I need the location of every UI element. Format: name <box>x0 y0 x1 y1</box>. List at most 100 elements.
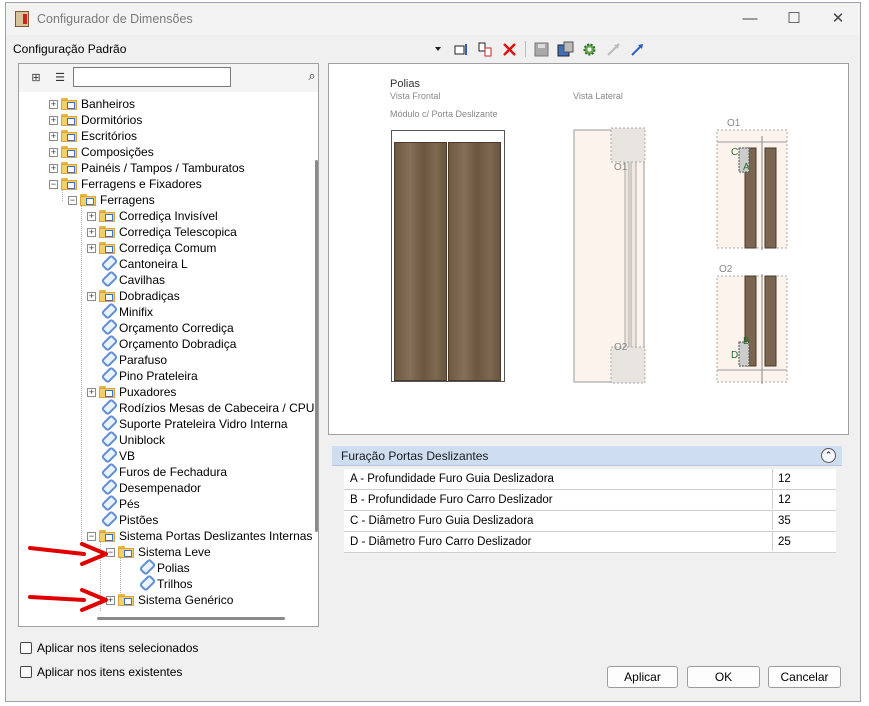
tree-item[interactable]: + Corrediça Comum <box>87 240 216 256</box>
expand-node-icon[interactable]: + <box>87 387 96 397</box>
add-item-icon[interactable] <box>453 41 470 58</box>
tree-item[interactable]: + Puxadores <box>87 384 176 400</box>
ok-button[interactable]: OK <box>687 666 760 688</box>
tree-item[interactable]: VB <box>87 448 135 464</box>
tree-item[interactable]: Minifix <box>87 304 153 320</box>
binoculars-icon[interactable]: ⌕ <box>305 69 319 83</box>
property-name: B - Profundidade Furo Carro Deslizador <box>350 494 553 506</box>
expand-node-icon[interactable]: + <box>49 99 58 109</box>
hardware-item-icon <box>137 561 153 575</box>
property-value-field[interactable]: 12 <box>772 469 836 488</box>
tree-view[interactable]: + Banheiros + Dormitórios + Escritórios + Compo… <box>29 93 318 611</box>
folder-badge-icon <box>67 166 75 173</box>
close-button[interactable]: ✕ <box>816 7 860 31</box>
tree-item-label: VB <box>119 449 136 463</box>
door-right-panel <box>448 142 501 381</box>
tree-item-label: Pistões <box>119 513 159 527</box>
collapse-icon[interactable] <box>629 41 646 58</box>
tree-item[interactable]: Polias <box>125 560 190 576</box>
tree-item[interactable]: Suporte Prateleira Vidro Interna <box>87 416 288 432</box>
expand-node-icon[interactable]: + <box>87 291 96 301</box>
expand-node-icon[interactable]: + <box>49 163 58 173</box>
tree-item[interactable]: Cantoneira L <box>87 256 188 272</box>
side-view-label: Vista Lateral <box>573 91 623 101</box>
tree-item[interactable]: Cavilhas <box>87 272 165 288</box>
tree-item[interactable]: Pés <box>87 496 140 512</box>
apply-selected-option[interactable]: Aplicar nos itens selecionados <box>20 640 198 656</box>
tree-item[interactable]: + Dobradiças <box>87 288 180 304</box>
tree-item[interactable]: − Ferragens e Fixadores <box>49 176 202 192</box>
door-left-panel <box>394 142 447 381</box>
copy-item-icon[interactable] <box>477 41 494 58</box>
expand-node-icon[interactable]: + <box>49 131 58 141</box>
tree-item-label: Orçamento Dobradiça <box>119 337 237 351</box>
property-group-header[interactable]: Furação Portas Deslizantes ⌃ <box>332 446 842 466</box>
maximize-button[interactable]: ☐ <box>772 7 816 31</box>
tree-item[interactable]: Furos de Fechadura <box>87 464 227 480</box>
folder-badge-icon <box>105 214 113 221</box>
search-input[interactable] <box>73 67 231 87</box>
tree-item[interactable]: Trilhos <box>125 576 193 592</box>
property-value-field[interactable]: 35 <box>772 511 836 530</box>
expand-node-icon[interactable]: + <box>87 227 96 237</box>
tree-item-label: Puxadores <box>119 385 177 399</box>
marker-d: D <box>731 350 739 361</box>
dropdown-arrow-icon[interactable] <box>429 41 446 58</box>
tree-item-label: Furos de Fechadura <box>119 465 228 479</box>
cancel-button[interactable]: Cancelar <box>768 666 841 688</box>
apply-selected-checkbox[interactable] <box>20 642 32 654</box>
save-icon[interactable] <box>533 41 550 58</box>
settings-icon[interactable] <box>581 41 598 58</box>
collapse-group-icon[interactable]: ⌃ <box>821 448 836 463</box>
expand-node-icon[interactable]: + <box>49 147 58 157</box>
tree-item[interactable]: Parafuso <box>87 352 167 368</box>
list-view-icon[interactable]: ☰ <box>53 71 67 85</box>
tree-item[interactable]: Orçamento Dobradiça <box>87 336 236 352</box>
tree-item[interactable]: Desempenador <box>87 480 201 496</box>
tree-item[interactable]: − Sistema Leve <box>106 544 211 560</box>
apply-existing-checkbox[interactable] <box>20 666 32 678</box>
folder-icon <box>80 194 96 206</box>
tree-item[interactable]: Pistões <box>87 512 158 528</box>
tree-item[interactable]: + Sistema Genérico <box>106 592 233 608</box>
tree-item[interactable]: + Painéis / Tampos / Tamburatos <box>49 160 245 176</box>
collapse-node-icon[interactable]: − <box>68 195 77 205</box>
tree-item[interactable]: Pino Prateleira <box>87 368 198 384</box>
expand-icon[interactable] <box>605 41 622 58</box>
property-name: D - Diâmetro Furo Carro Deslizador <box>350 536 532 548</box>
horizontal-scrollbar[interactable] <box>97 617 285 620</box>
apply-button[interactable]: Aplicar <box>607 666 678 688</box>
tree-item[interactable]: + Corrediça Invisível <box>87 208 218 224</box>
tree-item[interactable]: + Banheiros <box>49 96 135 112</box>
folder-badge-icon <box>67 150 75 157</box>
front-view-drawing <box>391 130 505 382</box>
tree-item[interactable]: Orçamento Corrediça <box>87 320 234 336</box>
vertical-scrollbar[interactable] <box>315 160 318 532</box>
delete-icon[interactable] <box>501 41 518 58</box>
tree-item-label: Parafuso <box>119 353 168 367</box>
save-as-icon[interactable] <box>557 41 574 58</box>
collapse-node-icon[interactable]: − <box>49 179 58 189</box>
property-value-field[interactable]: 25 <box>772 532 836 551</box>
folder-icon <box>61 178 77 190</box>
apply-existing-option[interactable]: Aplicar nos itens existentes <box>20 664 182 680</box>
folder-icon <box>61 130 77 142</box>
folder-badge-icon <box>105 390 113 397</box>
expand-node-icon[interactable]: + <box>87 243 96 253</box>
tree-item[interactable]: + Dormitórios <box>49 112 142 128</box>
minimize-button[interactable]: — <box>728 7 772 31</box>
tree-view-icon[interactable]: ⊞ <box>29 71 43 85</box>
tree-item[interactable]: + Corrediça Telescopica <box>87 224 237 240</box>
property-value-field[interactable]: 12 <box>772 490 836 509</box>
expand-node-icon[interactable]: + <box>87 211 96 221</box>
tree-item[interactable]: + Escritórios <box>49 128 137 144</box>
tree-item[interactable]: Rodízios Mesas de Cabeceira / CPU <box>87 400 314 416</box>
expand-node-icon[interactable]: + <box>49 115 58 125</box>
property-name: A - Profundidade Furo Guia Deslizadora <box>350 473 554 485</box>
tree-item[interactable]: + Composições <box>49 144 154 160</box>
folder-icon <box>61 162 77 174</box>
tree-item[interactable]: − Ferragens <box>68 192 155 208</box>
hardware-item-icon <box>99 321 115 335</box>
tree-item[interactable]: Uniblock <box>87 432 165 448</box>
tree-item[interactable]: − Sistema Portas Deslizantes Internas <box>87 528 312 544</box>
